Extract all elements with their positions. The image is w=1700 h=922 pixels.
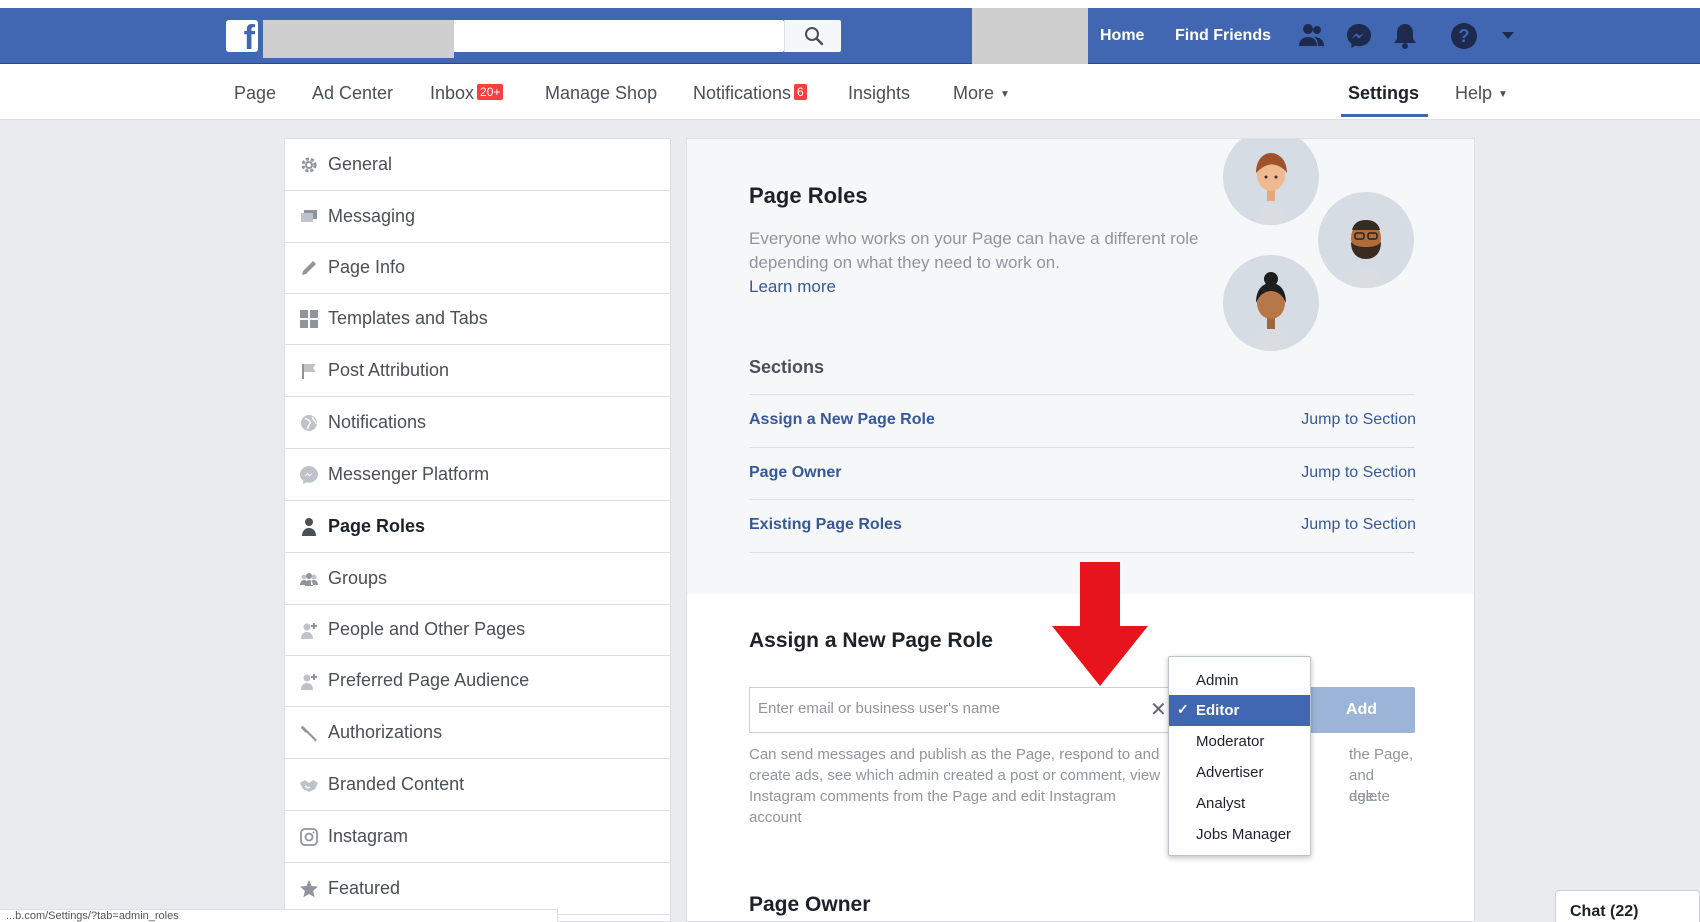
section-link-assign-new-page-role[interactable]: Assign a New Page Role (749, 411, 935, 429)
chevron-down-icon: ▼ (1000, 89, 1010, 100)
friend-requests-icon[interactable] (1298, 22, 1326, 48)
role-dropdown-menu[interactable]: Admin ✓ Editor Moderator Advertiser Analy… (1168, 656, 1311, 856)
sidebar-item-post-attribution[interactable]: Post Attribution (285, 345, 670, 397)
gear-icon (301, 157, 317, 173)
page-owner-heading: Page Owner (749, 893, 871, 916)
sidebar-item-preferred-page-audience[interactable]: Preferred Page Audience (285, 655, 670, 707)
active-tab-indicator (1341, 114, 1428, 117)
chat-tab[interactable]: Chat (22) (1555, 890, 1700, 922)
handshake-icon (300, 780, 318, 792)
role-option-analyst[interactable]: Analyst (1169, 788, 1310, 819)
jump-to-section-link[interactable]: Jump to Section (1301, 411, 1416, 429)
page-roles-panel: Page Roles Everyone who works on your Pa… (686, 138, 1475, 922)
person-icon (302, 518, 316, 536)
assign-page-role-heading: Assign a New Page Role (749, 629, 993, 652)
page-roles-header-section: Page Roles Everyone who works on your Pa… (687, 139, 1474, 594)
sidebar-item-page-roles[interactable]: Page Roles (285, 501, 670, 553)
divider (749, 499, 1415, 500)
email-or-business-user-field[interactable]: ✕ (749, 687, 1170, 733)
close-icon[interactable]: ✕ (1150, 700, 1167, 720)
grid-icon (300, 310, 318, 328)
email-input[interactable] (758, 700, 1128, 717)
sidebar-item-instagram[interactable]: Instagram (285, 811, 670, 863)
flag-icon (302, 364, 316, 379)
tab-manage-shop[interactable]: Manage Shop (545, 83, 657, 104)
home-link[interactable]: Home (1100, 27, 1144, 45)
facebook-logo-icon[interactable]: f (226, 20, 258, 55)
find-friends-link[interactable]: Find Friends (1175, 27, 1271, 45)
tab-inbox[interactable]: Inbox 20+ (430, 83, 504, 104)
learn-more-link[interactable]: Learn more (749, 277, 836, 297)
red-arrow-annotation (1052, 562, 1148, 686)
sidebar-item-messaging[interactable]: Messaging (285, 191, 670, 243)
sidebar-item-general[interactable]: General (285, 139, 670, 191)
svg-text:?: ? (1459, 26, 1470, 46)
top-navigation-bar: f Home Find Friends ? (0, 0, 1700, 64)
divider (749, 552, 1415, 553)
jump-to-section-link[interactable]: Jump to Section (1301, 464, 1416, 482)
sidebar-item-featured[interactable]: Featured (285, 863, 670, 915)
group-icon (300, 573, 318, 586)
jump-to-section-link[interactable]: Jump to Section (1301, 516, 1416, 534)
page-title: Page Roles (749, 183, 868, 208)
notifications-bell-icon[interactable] (1392, 22, 1418, 50)
avatar-illustration-woman (1223, 139, 1319, 225)
search-icon (805, 27, 824, 46)
divider (749, 447, 1415, 448)
tab-more[interactable]: More ▼ (953, 83, 1010, 104)
role-option-jobs-manager[interactable]: Jobs Manager (1169, 819, 1310, 850)
browser-status-bar: ...b.com/Settings/?tab=admin_roles (0, 909, 558, 922)
messenger-icon (300, 466, 318, 484)
role-option-moderator[interactable]: Moderator (1169, 726, 1310, 757)
messaging-icon (301, 210, 317, 222)
sidebar-item-messenger-platform[interactable]: Messenger Platform (285, 449, 670, 501)
instagram-icon (300, 828, 318, 846)
pencil-icon (302, 261, 316, 275)
sidebar-item-people-and-other-pages[interactable]: People and Other Pages (285, 604, 670, 656)
notifications-count-badge: 6 (794, 84, 807, 100)
checkmark-icon: ✓ (1177, 701, 1189, 717)
tab-help[interactable]: Help ▼ (1455, 83, 1508, 104)
page-navigation-bar: Page Ad Center Inbox 20+ Manage Shop Noti… (0, 64, 1700, 120)
person-plus-icon (301, 674, 317, 690)
section-link-existing-page-roles[interactable]: Existing Page Roles (749, 516, 902, 534)
help-icon[interactable]: ? (1450, 22, 1478, 50)
tab-ad-center[interactable]: Ad Center (312, 83, 393, 104)
sidebar-item-groups[interactable]: Groups (285, 553, 670, 605)
avatar-illustration-bearded-man (1318, 192, 1414, 288)
inbox-count-badge: 20+ (477, 84, 504, 100)
sections-heading: Sections (749, 357, 825, 377)
tab-settings[interactable]: Settings (1348, 83, 1419, 104)
search-input[interactable] (454, 20, 784, 52)
tab-insights[interactable]: Insights (848, 83, 910, 104)
page-roles-description: Everyone who works on your Page can have… (749, 229, 1199, 272)
globe-icon (301, 415, 317, 431)
role-option-advertiser[interactable]: Advertiser (1169, 757, 1310, 788)
redacted-profile-link[interactable] (972, 8, 1088, 64)
person-plus-icon (301, 623, 317, 639)
sidebar-item-page-info[interactable]: Page Info (285, 242, 670, 294)
redacted-search-area (263, 20, 454, 58)
star-icon (300, 880, 318, 898)
section-link-page-owner[interactable]: Page Owner (749, 464, 841, 482)
role-option-editor[interactable]: ✓ Editor (1169, 695, 1310, 726)
sidebar-item-authorizations[interactable]: Authorizations (285, 707, 670, 759)
sidebar-item-branded-content[interactable]: Branded Content (285, 759, 670, 811)
tab-notifications[interactable]: Notifications 6 (693, 83, 807, 104)
wrench-icon (301, 726, 317, 742)
role-description: Can send messages and publish as the Pag… (749, 746, 1414, 826)
chevron-down-icon: ▼ (1498, 89, 1508, 100)
role-option-admin[interactable]: Admin (1169, 665, 1310, 696)
messenger-icon[interactable] (1345, 22, 1373, 50)
avatar-illustration-woman-bun (1223, 255, 1319, 351)
add-button[interactable]: Add (1308, 687, 1415, 733)
sidebar-item-notifications[interactable]: Notifications (285, 397, 670, 449)
tab-page[interactable]: Page (234, 83, 276, 104)
divider (749, 394, 1415, 395)
account-menu-caret-icon[interactable] (1502, 32, 1514, 40)
search-button[interactable] (784, 20, 841, 52)
settings-sidebar: General Messaging Page Info Templates an… (284, 138, 671, 922)
sidebar-item-templates-and-tabs[interactable]: Templates and Tabs (285, 293, 670, 345)
